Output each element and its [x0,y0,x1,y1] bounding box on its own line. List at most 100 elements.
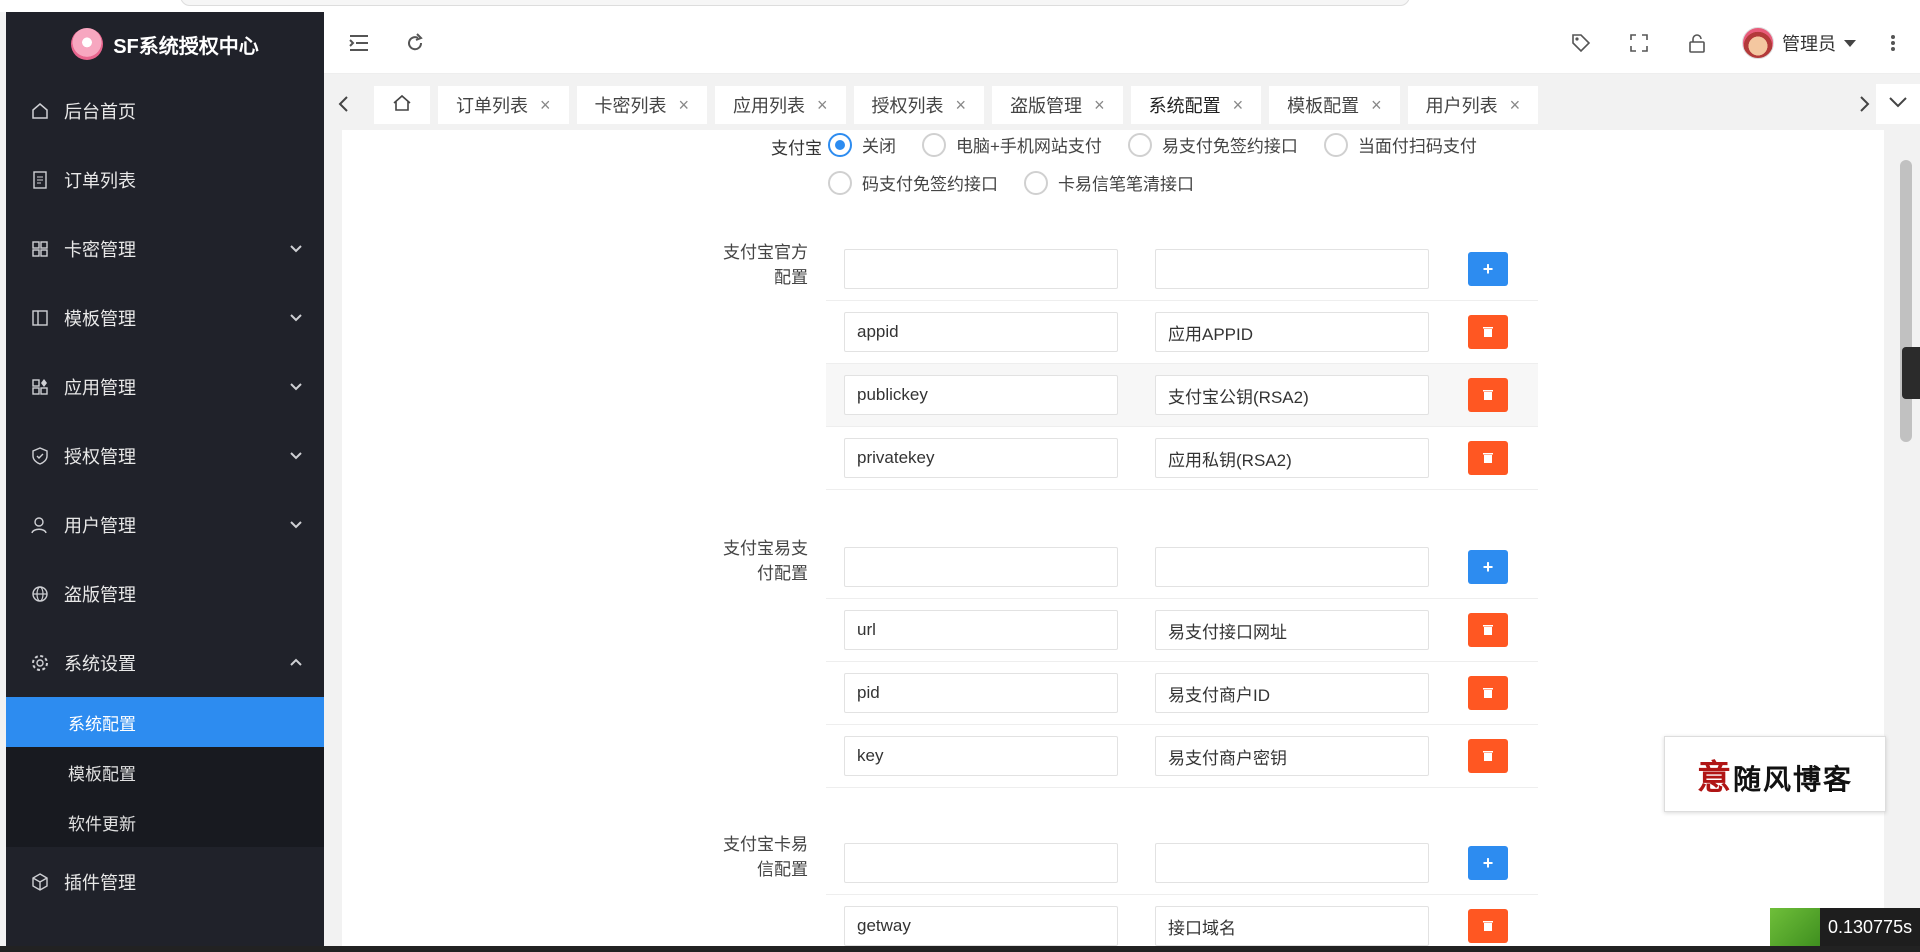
key-input-new[interactable] [844,547,1118,587]
key-input[interactable]: privatekey [844,438,1118,478]
fullscreen-icon[interactable] [1626,30,1652,56]
value-input-new[interactable] [1155,547,1429,587]
more-vertical-icon[interactable] [1880,30,1906,56]
delete-button[interactable] [1468,909,1508,943]
tab-cards[interactable]: 卡密列表 × [576,86,708,124]
radio-label: 电脑+手机网站支付 [956,137,1102,156]
side-widget[interactable] [1902,347,1920,399]
key-input[interactable]: publickey [844,375,1118,415]
browser-chrome-strip [0,0,1920,12]
tab-piracy[interactable]: 盗版管理 × [992,86,1123,124]
tabs: 订单列表 × 卡密列表 × 应用列表 × 授权列表 × 盗版管理 × 系统配置 × 模板配置… [438,86,1539,124]
radio-close[interactable]: 关闭 [828,132,896,157]
value-input[interactable]: 易支付接口网址 [1155,610,1429,650]
delete-button[interactable] [1468,739,1508,773]
scrollbar[interactable] [1900,160,1912,442]
value-input[interactable]: 接口域名 [1155,906,1429,946]
close-icon[interactable]: × [1094,95,1105,116]
sidebar-item-orders[interactable]: 订单列表 [6,145,324,214]
tab-orders[interactable]: 订单列表 × [438,86,569,124]
sidebar-subitem-template-config[interactable]: 模板配置 [6,747,324,797]
sidebar-item-templates[interactable]: 模板管理 [6,283,324,352]
tab-label: 应用列表 [733,96,806,116]
refresh-icon[interactable] [402,30,428,56]
address-bar[interactable] [180,0,1410,6]
key-input[interactable]: url [844,610,1118,650]
delete-button[interactable] [1468,315,1508,349]
key-input[interactable]: appid [844,312,1118,352]
alipay-label: 支付宝 [771,139,822,158]
delete-button[interactable] [1468,676,1508,710]
delete-button[interactable] [1468,441,1508,475]
close-icon[interactable]: × [540,95,551,116]
section-label-line: 信配置 [757,860,808,879]
tabs-dropdown[interactable] [1876,84,1920,124]
tab-users[interactable]: 用户列表 × [1407,86,1539,124]
radio-circle [922,132,946,157]
close-icon[interactable]: × [956,95,967,116]
chevron-left-icon[interactable] [326,86,362,122]
close-icon[interactable]: × [1233,95,1244,116]
key-input-new[interactable] [844,249,1118,289]
chevron-up-icon [288,654,304,670]
timer-value: 0.130775s [1820,908,1920,946]
key-input[interactable]: getway [844,906,1118,946]
radio-f2f[interactable]: 当面付扫码支付 [1323,132,1477,157]
radio-kayixin[interactable]: 卡易信笔笔清接口 [1024,170,1194,195]
sidebar-item-apps[interactable]: 应用管理 [6,352,324,421]
value-input[interactable]: 易支付商户密钥 [1155,736,1429,776]
sidebar-item-home[interactable]: 后台首页 [6,76,324,145]
collapse-menu-icon[interactable] [346,30,372,56]
tab-label: 盗版管理 [1010,96,1083,116]
key-input[interactable]: pid [844,673,1118,713]
lock-icon[interactable] [1684,30,1710,56]
user-name: 管理员 [1782,34,1836,54]
home-tab[interactable] [374,86,430,124]
sidebar-item-auth[interactable]: 授权管理 [6,421,324,490]
add-button[interactable]: + [1468,846,1508,880]
sidebar-item-plugins[interactable]: 插件管理 [6,847,324,916]
close-icon[interactable]: × [1510,95,1521,116]
value-input[interactable]: 支付宝公钥(RSA2) [1155,375,1429,415]
radio-pc-mobile[interactable]: 电脑+手机网站支付 [922,132,1102,157]
key-input-new[interactable] [844,843,1118,883]
add-button[interactable]: + [1468,550,1508,584]
card-icon [30,239,50,259]
sidebar-subitem-software-update[interactable]: 软件更新 [6,797,324,847]
value-input[interactable]: 易支付商户ID [1155,673,1429,713]
cube-icon [30,872,50,892]
radio-epay[interactable]: 易支付免签约接口 [1127,132,1298,157]
value-input-new[interactable] [1155,843,1429,883]
sidebar-item-system-settings[interactable]: 系统设置 [6,628,324,697]
table-row: privatekey 应用私钥(RSA2) [826,427,1538,490]
sidebar-item-users[interactable]: 用户管理 [6,490,324,559]
sidebar-item-piracy[interactable]: 盗版管理 [6,559,324,628]
value-input[interactable]: 应用私钥(RSA2) [1155,438,1429,478]
tab-template-config[interactable]: 模板配置 × [1269,86,1400,124]
key-input[interactable]: key [844,736,1118,776]
tab-label: 订单列表 [456,96,528,116]
sidebar-item-cards[interactable]: 卡密管理 [6,214,324,283]
close-icon[interactable]: × [1371,95,1382,116]
add-button[interactable]: + [1468,252,1508,286]
value-input[interactable]: 应用APPID [1155,312,1429,352]
value-input-new[interactable] [1155,249,1429,289]
sidebar-subitem-system-config[interactable]: 系统配置 [6,697,324,747]
delete-button[interactable] [1468,378,1508,412]
tag-icon[interactable] [1568,30,1594,56]
app-logo[interactable]: SF系统授权中心 [6,12,324,76]
sidebar-item-label: 用户管理 [64,515,136,536]
chevron-down-icon [288,309,304,325]
user-menu[interactable]: 管理员 [1742,26,1856,60]
tab-system-config[interactable]: 系统配置 × [1130,86,1262,124]
trash-icon [1482,916,1494,937]
table-row: key 易支付商户密钥 [826,725,1538,788]
close-icon[interactable]: × [679,95,690,116]
tab-apps[interactable]: 应用列表 × [715,86,846,124]
delete-button[interactable] [1468,613,1508,647]
kv-table-alipay-kayixin: + getway 接口域名 [826,832,1538,946]
close-icon[interactable]: × [817,95,828,116]
radio-circle [1024,170,1048,195]
tab-auth[interactable]: 授权列表 × [853,86,985,124]
radio-codepay[interactable]: 码支付免签约接口 [828,170,998,195]
